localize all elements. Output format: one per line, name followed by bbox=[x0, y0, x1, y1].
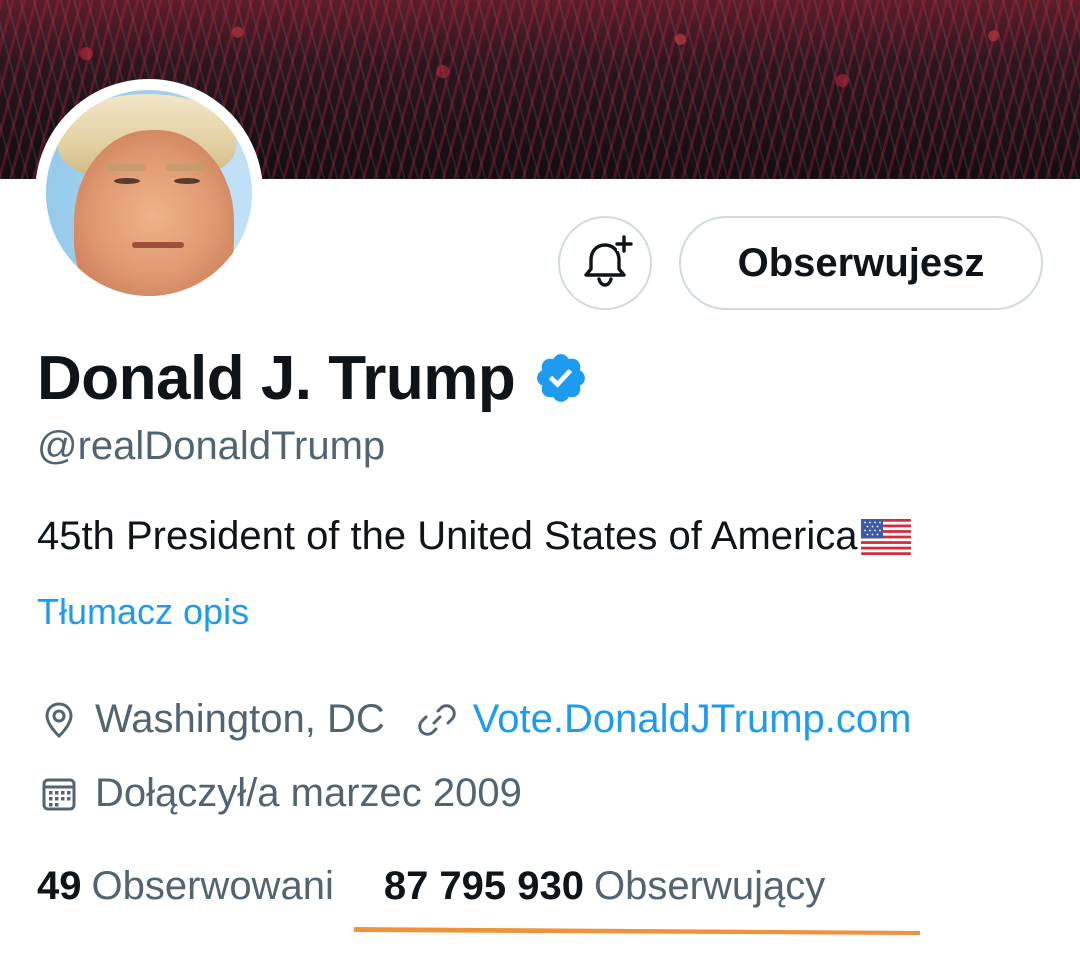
calendar-icon bbox=[37, 772, 81, 816]
location-pin-icon bbox=[37, 698, 81, 742]
translate-bio-link[interactable]: Tłumacz opis bbox=[37, 591, 249, 633]
profile-handle: @realDonaldTrump bbox=[37, 424, 386, 468]
following-count: 49 bbox=[37, 864, 82, 908]
followers-stat[interactable]: 87 795 930 Obserwujący bbox=[384, 864, 825, 909]
verified-badge-icon bbox=[537, 354, 586, 402]
location-text: Washington, DC bbox=[95, 697, 385, 741]
followers-label: Obserwujący bbox=[594, 864, 826, 908]
display-name: Donald J. Trump bbox=[37, 343, 516, 413]
following-label: Obserwowani bbox=[91, 864, 334, 908]
following-button[interactable]: Obserwujesz bbox=[679, 216, 1043, 310]
website-link[interactable]: Vote.DonaldJTrump.com bbox=[473, 697, 912, 742]
bell-plus-icon bbox=[584, 235, 633, 287]
profile-bio: 45th President of the United States of A… bbox=[37, 514, 912, 559]
following-stat[interactable]: 49 Obserwowani bbox=[37, 864, 334, 909]
name-row: Donald J. Trump bbox=[37, 338, 589, 418]
profile-meta-row: Washington, DC Vote.DonaldJTrump.com bbox=[37, 697, 911, 742]
link-icon bbox=[415, 698, 459, 742]
avatar[interactable] bbox=[46, 90, 252, 296]
followers-count: 87 795 930 bbox=[383, 864, 585, 908]
us-flag-icon bbox=[861, 518, 912, 555]
notifications-button[interactable] bbox=[558, 216, 652, 310]
bio-text: 45th President of the United States of A… bbox=[37, 514, 858, 558]
joined-text: Dołączył/a marzec 2009 bbox=[95, 771, 522, 815]
joined-row: Dołączył/a marzec 2009 bbox=[37, 771, 522, 816]
highlight-underline bbox=[354, 927, 920, 935]
profile-stats: 49 Obserwowani 87 795 930 Obserwujący bbox=[37, 864, 825, 909]
